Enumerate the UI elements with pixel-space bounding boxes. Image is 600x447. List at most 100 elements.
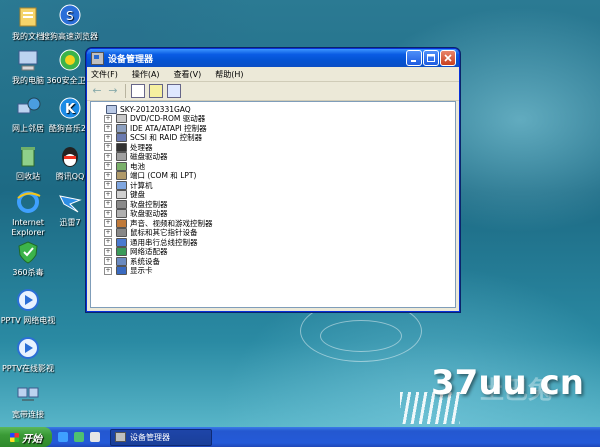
- device-category-icon: [116, 161, 127, 171]
- desktop-icon-label: 360杀毒: [12, 268, 44, 277]
- desktop-icon-pptv[interactable]: PPTV 网络电视: [0, 286, 56, 326]
- tree-item-label: 显示卡: [130, 266, 153, 276]
- expand-icon[interactable]: +: [104, 200, 112, 209]
- taskbar-button-device-manager[interactable]: 设备管理器: [110, 428, 212, 446]
- my-documents-icon: [14, 2, 42, 30]
- start-label: 开始: [22, 433, 42, 445]
- desktop-icon-pptv-online[interactable]: PPTV在线影视: [0, 334, 56, 374]
- computer-icon: [106, 104, 117, 114]
- qq-icon: [56, 142, 84, 170]
- wallpaper-swirl: [320, 320, 402, 352]
- window-title: 设备管理器: [108, 54, 154, 65]
- menu-file[interactable]: 文件(F): [91, 69, 118, 80]
- expand-icon[interactable]: +: [104, 238, 112, 247]
- toolbar: ← →: [87, 82, 459, 101]
- expand-icon[interactable]: +: [104, 124, 112, 133]
- desktop-icon-broadband[interactable]: 宽带连接: [0, 380, 56, 420]
- 360-antivirus-icon: [14, 238, 42, 266]
- sogou-browser-icon: S: [56, 2, 84, 30]
- desktop-icon-sogou[interactable]: S 搜狗高速浏览器: [42, 2, 98, 42]
- minimize-icon: [411, 60, 416, 62]
- toolbar-separator: [125, 84, 126, 98]
- tree-item[interactable]: + 系统设备: [104, 256, 455, 267]
- kugou-icon: K: [56, 94, 84, 122]
- recycle-bin-icon: [14, 142, 42, 170]
- maximize-button[interactable]: [423, 50, 439, 66]
- watermark-text: 37uu.cn: [431, 363, 584, 403]
- device-category-icon: [116, 247, 127, 257]
- svg-text:S: S: [66, 9, 74, 23]
- device-manager-window[interactable]: 设备管理器 文件(F) 操作(A) 查看(V) 帮助(H) ← → - SKY-…: [86, 48, 460, 312]
- expand-icon[interactable]: +: [104, 171, 112, 180]
- broadband-icon: [14, 380, 42, 408]
- expand-icon[interactable]: +: [104, 114, 112, 123]
- device-category-icon: [116, 142, 127, 152]
- desktop-icon-label: 搜狗高速浏览器: [42, 32, 98, 41]
- device-manager-icon: [91, 51, 104, 65]
- show-hide-tree-icon[interactable]: [131, 84, 145, 98]
- help-icon[interactable]: [167, 84, 181, 98]
- pptv-icon: [14, 286, 42, 314]
- tree-item[interactable]: + 端口 (COM 和 LPT): [104, 171, 455, 181]
- start-button[interactable]: 开始: [0, 427, 52, 447]
- desktop-icon-label: PPTV 网络电视: [0, 316, 56, 325]
- device-category-icon: [116, 218, 127, 228]
- expand-icon[interactable]: +: [104, 152, 112, 161]
- device-tree[interactable]: - SKY-20120331GAQ +DVD/CD-ROM 驱动器+IDE AT…: [90, 101, 456, 308]
- device-category-icon: [116, 180, 127, 190]
- windows-flag-icon: [10, 432, 19, 442]
- expand-icon[interactable]: +: [104, 219, 112, 228]
- device-category-icon: [116, 171, 127, 181]
- maximize-icon: [427, 54, 435, 62]
- expand-icon[interactable]: +: [104, 162, 112, 171]
- expand-icon[interactable]: +: [104, 247, 112, 256]
- device-category-icon: [116, 266, 127, 276]
- thunder-icon: [56, 188, 84, 216]
- expand-icon[interactable]: +: [104, 133, 112, 142]
- forward-arrow-icon[interactable]: →: [107, 85, 119, 97]
- desktop-icon-360-antivirus[interactable]: 360杀毒: [0, 238, 56, 278]
- menu-help[interactable]: 帮助(H): [215, 69, 243, 80]
- quicklaunch-desktop-icon[interactable]: [90, 432, 100, 442]
- network-icon: [14, 94, 42, 122]
- svg-text:K: K: [65, 102, 76, 117]
- menu-bar: 文件(F) 操作(A) 查看(V) 帮助(H): [87, 67, 459, 82]
- taskbar: 开始 设备管理器: [0, 427, 600, 447]
- desktop-icon-label: 宽带连接: [12, 410, 44, 419]
- expand-icon[interactable]: +: [104, 143, 112, 152]
- device-category-icon: [116, 152, 127, 162]
- tree-item[interactable]: + 计算机: [104, 180, 455, 191]
- close-icon: [444, 54, 452, 62]
- tree-item[interactable]: + 显示卡: [104, 266, 455, 276]
- quicklaunch-ie-icon[interactable]: [58, 432, 68, 442]
- tree-root-label: SKY-20120331GAQ: [120, 104, 191, 114]
- minimize-button[interactable]: [406, 50, 422, 66]
- menu-action[interactable]: 操作(A): [132, 69, 160, 80]
- tree-item[interactable]: + SCSI 和 RAID 控制器: [104, 133, 455, 143]
- device-category-icon: [116, 133, 127, 143]
- title-bar[interactable]: 设备管理器: [87, 49, 459, 67]
- menu-view[interactable]: 查看(V): [174, 69, 202, 80]
- pptv-online-icon: [14, 334, 42, 362]
- desktop-icon-label: PPTV在线影视: [1, 364, 54, 373]
- ie-icon: [14, 188, 42, 216]
- close-button[interactable]: [440, 50, 456, 66]
- device-category-icon: [116, 199, 127, 209]
- my-computer-icon: [14, 46, 42, 74]
- device-category-icon: [116, 237, 127, 247]
- device-manager-icon: [115, 432, 126, 442]
- expand-icon[interactable]: +: [104, 266, 112, 275]
- 360-safe-icon: [56, 46, 84, 74]
- device-category-icon: [116, 190, 127, 200]
- quicklaunch-360-icon[interactable]: [74, 432, 84, 442]
- expand-icon[interactable]: +: [104, 228, 112, 237]
- device-category-icon: [116, 114, 127, 124]
- expand-icon[interactable]: +: [104, 181, 112, 190]
- expand-icon[interactable]: +: [104, 209, 112, 218]
- expand-icon[interactable]: +: [104, 190, 112, 199]
- device-category-icon: [116, 228, 127, 238]
- back-arrow-icon[interactable]: ←: [91, 85, 103, 97]
- expand-icon[interactable]: +: [104, 257, 112, 266]
- properties-icon[interactable]: [149, 84, 163, 98]
- tree-item[interactable]: + 磁盘驱动器: [104, 152, 455, 162]
